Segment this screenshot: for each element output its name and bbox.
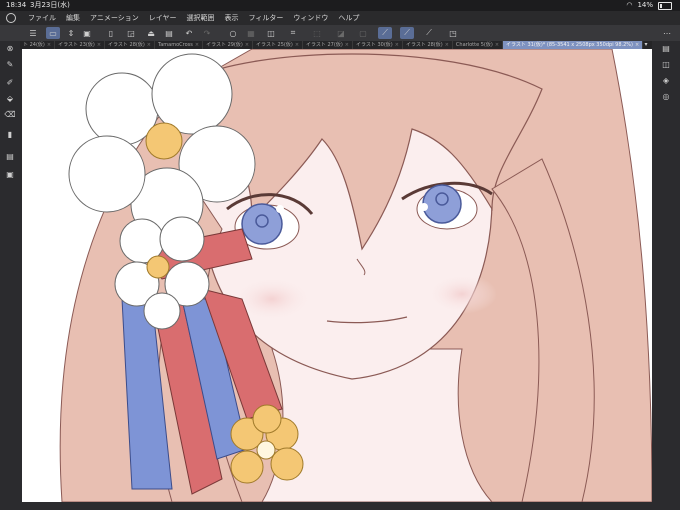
iris-left bbox=[241, 203, 283, 245]
tab-item[interactable]: イラスト 28(仮) × bbox=[105, 41, 155, 49]
snap-grid-icon[interactable]: ⟋ bbox=[422, 27, 436, 39]
menu-filter[interactable]: フィルター bbox=[249, 11, 284, 25]
redo-icon[interactable]: ↷ bbox=[200, 27, 214, 39]
tab-item[interactable]: イラスト 23(仮) × bbox=[55, 41, 106, 49]
menu-bar: ファイル 編集 アニメーション レイヤー 選択範囲 表示 フィルター ウィンドウ… bbox=[0, 11, 680, 25]
undo-icon[interactable]: ↶ bbox=[182, 27, 196, 39]
status-right: ◠ 14% bbox=[626, 0, 672, 11]
menu-file[interactable]: ファイル bbox=[28, 11, 56, 25]
close-icon[interactable]: × bbox=[295, 41, 299, 49]
close-icon[interactable]: × bbox=[47, 41, 51, 49]
menu-selection[interactable]: 選択範囲 bbox=[187, 11, 215, 25]
tab-item[interactable]: Charlotte 5(仮) × bbox=[453, 41, 504, 49]
pen-icon[interactable]: ✎ bbox=[4, 59, 16, 71]
drawing-canvas[interactable] bbox=[22, 49, 652, 502]
ios-status-bar: 18:34 3月23日(水) ◠ 14% bbox=[0, 0, 680, 11]
tooltip-icon[interactable]: ◳ bbox=[446, 27, 460, 39]
crop-icon[interactable]: ⌗ bbox=[286, 27, 300, 39]
menu-animation[interactable]: アニメーション bbox=[90, 11, 139, 25]
tabs-chevron-down-icon[interactable]: ▾ bbox=[641, 41, 651, 49]
tab-item-active[interactable]: イラスト 31(仮)* (85-3541 x 2508px 350dpi 98.… bbox=[503, 41, 644, 49]
transform-icon[interactable]: ◫ bbox=[264, 27, 278, 39]
menu-window[interactable]: ウィンドウ bbox=[293, 11, 328, 25]
menu-edit[interactable]: 編集 bbox=[66, 11, 80, 25]
layers-icon[interactable]: ◈ bbox=[660, 75, 672, 87]
close-icon[interactable]: × bbox=[635, 41, 639, 49]
close-icon[interactable]: × bbox=[445, 41, 449, 49]
invert-icon[interactable]: ◪ bbox=[334, 27, 348, 39]
status-date: 3月23日(水) bbox=[30, 1, 70, 9]
close-icon[interactable]: × bbox=[345, 41, 349, 49]
save-icon[interactable]: ▣ bbox=[80, 27, 94, 39]
spinner-icon[interactable]: ⇕ bbox=[64, 27, 78, 39]
file-icon[interactable]: ▯ bbox=[104, 27, 118, 39]
text-icon[interactable]: ▮ bbox=[4, 129, 16, 141]
close-icon[interactable]: × bbox=[97, 41, 101, 49]
battery-icon bbox=[658, 1, 672, 10]
menu-layer[interactable]: レイヤー bbox=[149, 11, 177, 25]
cheek-right bbox=[427, 274, 497, 314]
open-icon[interactable]: ◲ bbox=[124, 27, 138, 39]
fill-bucket-icon[interactable]: ⬙ bbox=[4, 93, 16, 105]
highlight-right bbox=[420, 203, 428, 211]
new-canvas-icon[interactable]: ▭ bbox=[46, 27, 60, 39]
panel-bar: ▤ ◫ ◈ ◎ bbox=[652, 41, 680, 510]
export-icon[interactable]: ⏏ bbox=[144, 27, 158, 39]
tab-item[interactable]: TamamoCross × bbox=[155, 41, 204, 49]
close-icon[interactable]: × bbox=[495, 41, 499, 49]
app-logo-icon[interactable] bbox=[6, 13, 16, 23]
show-selection-icon[interactable]: ▢ bbox=[356, 27, 370, 39]
fill-icon[interactable]: ▦ bbox=[244, 27, 258, 39]
magnifier-icon[interactable]: ⊗ bbox=[4, 43, 16, 55]
snap-ruler-icon[interactable]: ⟋ bbox=[378, 27, 392, 39]
status-time: 18:34 bbox=[6, 1, 27, 9]
command-bar: ☰ ▭ ⇕ ▣ ▯ ◲ ⏏ ▤ ↶ ↷ ○ ▦ ◫ ⌗ ⬚ ◪ ▢ ⟋ ⟋ ⟋ … bbox=[0, 25, 680, 41]
battery-percent: 14% bbox=[637, 1, 653, 9]
material-icon[interactable]: ◫ bbox=[660, 59, 672, 71]
wifi-icon: ◠ bbox=[626, 1, 633, 9]
print-icon[interactable]: ▤ bbox=[162, 27, 176, 39]
menu-icon[interactable]: ☰ bbox=[26, 27, 40, 39]
more-icon[interactable]: ⋯ bbox=[660, 27, 674, 39]
artwork-illustration bbox=[59, 49, 652, 502]
highlight-left bbox=[276, 205, 284, 213]
layer-properties-icon[interactable]: ▤ bbox=[660, 43, 672, 55]
clear-icon[interactable]: ○ bbox=[226, 27, 240, 39]
tab-item[interactable]: イラスト 28(仮) × bbox=[403, 41, 453, 49]
menu-help[interactable]: ヘルプ bbox=[338, 11, 359, 25]
tab-item[interactable]: イラスト 27(仮) × bbox=[303, 41, 353, 49]
canvas-tabs: ト 24(仮) × イラスト 23(仮) × イラスト 28(仮) × TamamoC… bbox=[20, 41, 652, 49]
close-icon[interactable]: × bbox=[395, 41, 399, 49]
close-icon[interactable]: × bbox=[147, 41, 151, 49]
layer-panel-icon[interactable]: ▤ bbox=[4, 151, 16, 163]
tool-bar: ⊗ ✎ ✐ ⬙ ⌫ ▮ ▤ ▣ bbox=[0, 41, 20, 510]
tab-item[interactable]: イラスト 25(仮) × bbox=[253, 41, 304, 49]
iris-right bbox=[422, 184, 462, 224]
close-icon[interactable]: × bbox=[195, 41, 199, 49]
history-icon[interactable]: ◎ bbox=[660, 91, 672, 103]
tab-item[interactable]: イラスト 30(仮) × bbox=[353, 41, 403, 49]
eraser-icon[interactable]: ⌫ bbox=[4, 109, 16, 121]
navigator-icon[interactable]: ▣ bbox=[4, 169, 16, 181]
close-icon[interactable]: × bbox=[245, 41, 249, 49]
snap-guide-icon[interactable]: ⟋ bbox=[400, 27, 414, 39]
brush-icon[interactable]: ✐ bbox=[4, 77, 16, 89]
tab-item[interactable]: イラスト 29(仮) × bbox=[203, 41, 254, 49]
menu-view[interactable]: 表示 bbox=[225, 11, 239, 25]
tab-item[interactable]: ト 24(仮) × bbox=[20, 41, 56, 49]
deselect-icon[interactable]: ⬚ bbox=[310, 27, 324, 39]
